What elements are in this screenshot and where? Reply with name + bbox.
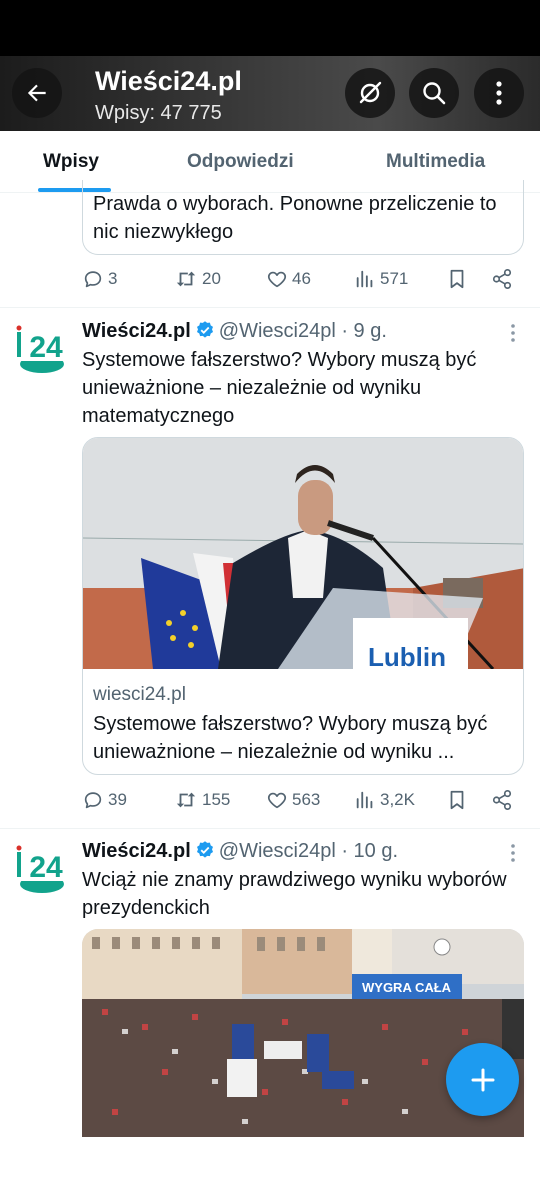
share-icon (492, 790, 512, 810)
avatar-text: 24 (29, 331, 63, 364)
share-button[interactable] (491, 268, 513, 290)
status-bar (0, 0, 540, 56)
arrow-left-icon (27, 84, 46, 102)
like-count: 563 (292, 790, 321, 809)
link-card-title: Systemowe fałszerstwo? Wybory muszą być … (93, 713, 488, 763)
more-vertical-icon (511, 844, 515, 862)
tweet-text: Systemowe fałszerstwo? Wybory muszą być … (82, 349, 477, 427)
link-card-image: Lublin (83, 438, 523, 669)
tweet-time: · 10 g. (341, 840, 399, 862)
heart-icon (267, 792, 287, 809)
author-handle[interactable]: @Wiesci24pl (219, 840, 336, 862)
link-card[interactable]: Prawda o wyborach. Ponowne przeliczenie … (82, 180, 524, 255)
tweet-header: Wieści24.pl @Wiesci24pl · 9 g. (82, 320, 387, 343)
like-button[interactable]: 563 (266, 789, 320, 811)
reply-button[interactable]: 3 (82, 268, 117, 290)
views-icon (356, 791, 373, 809)
views-icon (356, 270, 373, 288)
bookmark-button[interactable] (446, 789, 468, 811)
bookmark-button[interactable] (446, 268, 468, 290)
avatar-text: 24 (29, 851, 63, 884)
back-button[interactable] (12, 68, 62, 118)
tweet-time: · 9 g. (341, 320, 387, 342)
share-button[interactable] (491, 789, 513, 811)
tweet-text: Wciąż nie znamy prawdziwego wyniku wybor… (82, 869, 507, 919)
tweet-actions: 3 20 46 571 (82, 268, 522, 296)
verified-badge-icon (196, 841, 213, 858)
bookmark-icon (450, 269, 464, 289)
slashed-circle-icon (359, 81, 382, 104)
heart-icon (267, 271, 287, 288)
author-name[interactable]: Wieści24.pl (82, 320, 191, 342)
reply-icon (84, 271, 102, 288)
more-button[interactable] (474, 68, 524, 118)
reply-count: 39 (108, 790, 127, 809)
repost-count: 155 (202, 790, 231, 809)
reply-count: 3 (108, 269, 118, 288)
reply-button[interactable]: 39 (82, 789, 127, 811)
more-vertical-icon (511, 324, 515, 342)
author-handle[interactable]: @Wiesci24pl (219, 320, 336, 342)
search-icon (423, 82, 446, 105)
reply-icon (84, 792, 102, 809)
tab-media[interactable]: Multimedia (386, 151, 485, 173)
like-button[interactable]: 46 (266, 268, 311, 290)
compose-button[interactable] (446, 1043, 519, 1116)
tweet-divider (0, 828, 540, 829)
more-vertical-icon (496, 81, 502, 105)
views-button[interactable]: 571 (354, 268, 408, 290)
tweet-actions: 39 155 563 3,2K (82, 789, 522, 817)
repost-button[interactable]: 20 (174, 268, 221, 290)
link-card-domain: wiesci24.pl (93, 684, 186, 705)
banner-text: WYGRA CAŁA (362, 980, 452, 995)
verified-badge-icon (196, 321, 213, 338)
share-icon (492, 269, 512, 289)
repost-button[interactable]: 155 (174, 789, 230, 811)
bookmark-icon (450, 790, 464, 810)
tweet-divider (0, 307, 540, 308)
podium-sign-text: Lublin (368, 642, 446, 669)
tab-posts[interactable]: Wpisy (43, 151, 99, 173)
view-count: 571 (380, 269, 409, 288)
plus-icon (471, 1068, 494, 1091)
profile-header: Wieści24.pl Wpisy: 47 775 (0, 56, 540, 131)
link-card-title: Prawda o wyborach. Ponowne przeliczenie … (93, 193, 497, 243)
avatar[interactable]: 24 (14, 322, 70, 378)
repost-icon (176, 792, 196, 808)
page-title: Wieści24.pl (95, 66, 242, 96)
grok-button[interactable] (345, 68, 395, 118)
tweet-more-button[interactable] (505, 843, 521, 863)
tweet-more-button[interactable] (505, 323, 521, 343)
tab-replies[interactable]: Odpowiedzi (187, 151, 294, 173)
views-button[interactable]: 3,2K (354, 789, 415, 811)
search-button[interactable] (409, 68, 459, 118)
like-count: 46 (292, 269, 311, 288)
view-count: 3,2K (380, 790, 415, 809)
avatar[interactable]: 24 (14, 842, 70, 898)
repost-count: 20 (202, 269, 221, 288)
repost-icon (176, 271, 196, 287)
tweet-header: Wieści24.pl @Wiesci24pl · 10 g. (82, 840, 398, 863)
link-card[interactable]: Lublin wiesci24.pl Systemowe fałszerstwo… (82, 437, 524, 775)
post-count: Wpisy: 47 775 (95, 102, 222, 124)
author-name[interactable]: Wieści24.pl (82, 840, 191, 862)
